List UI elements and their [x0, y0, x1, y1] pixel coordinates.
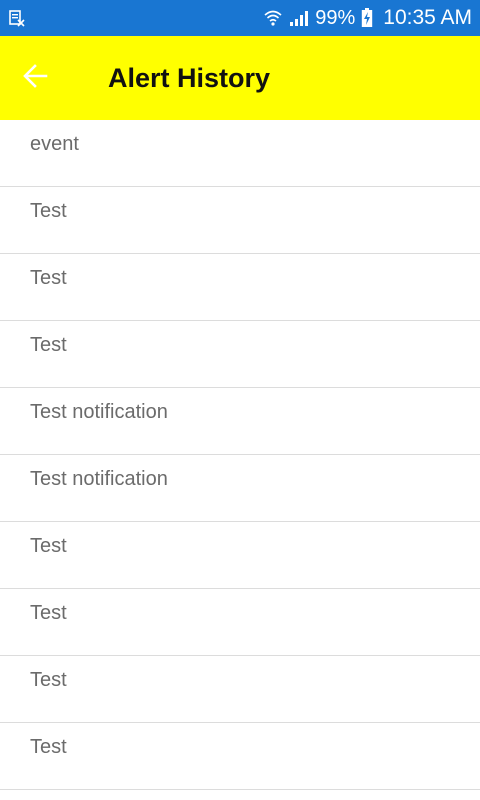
battery-charging-icon	[361, 8, 373, 28]
list-item[interactable]: Test notification	[0, 388, 480, 455]
list-item-label: Test	[30, 602, 67, 624]
list-item-label: Test	[30, 334, 67, 356]
alert-list: event Test Test Test Test notification T…	[0, 120, 480, 790]
clock: 10:35 AM	[383, 6, 472, 29]
wifi-icon	[263, 8, 283, 28]
back-button[interactable]	[0, 36, 70, 120]
list-item[interactable]: event	[0, 120, 480, 187]
signal-icon	[289, 9, 309, 27]
status-bar: 99% 10:35 AM	[0, 0, 480, 36]
battery-percent: 99%	[315, 6, 356, 29]
list-item-label: Test	[30, 535, 67, 557]
list-item-label: Test	[30, 669, 67, 691]
list-item-label: Test	[30, 267, 67, 289]
list-item[interactable]: Test	[0, 522, 480, 589]
list-item-label: Test notification	[30, 468, 168, 490]
list-item-label: Test	[30, 736, 67, 758]
list-item[interactable]: Test	[0, 321, 480, 388]
list-item-label: Test notification	[30, 401, 168, 423]
list-item-label: event	[30, 133, 79, 155]
list-item[interactable]: Test	[0, 656, 480, 723]
arrow-back-icon	[22, 63, 48, 94]
list-item[interactable]: Test	[0, 723, 480, 790]
list-item[interactable]: Test	[0, 589, 480, 656]
app-notification-icon	[8, 9, 26, 27]
list-item[interactable]: Test	[0, 187, 480, 254]
list-item-label: Test	[30, 200, 67, 222]
list-item[interactable]: Test	[0, 254, 480, 321]
page-title: Alert History	[108, 62, 271, 93]
list-item[interactable]: Test notification	[0, 455, 480, 522]
app-bar: Alert History	[0, 36, 480, 120]
